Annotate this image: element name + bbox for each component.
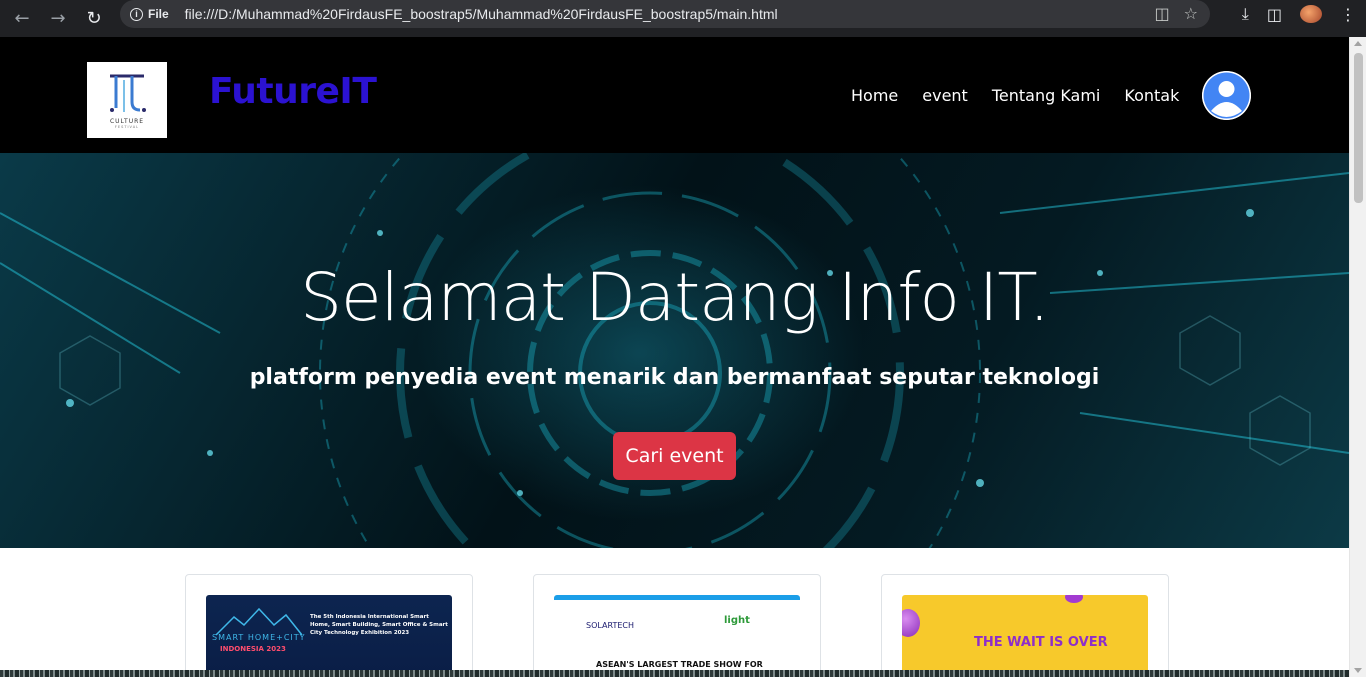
event-card[interactable]: SMART HOME+CITY INDONESIA 2023 The 5th I… bbox=[185, 574, 473, 677]
event-card-headline: THE WAIT IS OVER bbox=[974, 635, 1108, 650]
tech-background-image bbox=[0, 153, 1349, 548]
scroll-down-icon[interactable] bbox=[1354, 668, 1362, 673]
decorative-sphere bbox=[902, 609, 920, 637]
event-card-tagline: ASEAN'S LARGEST TRADE SHOW FOR bbox=[596, 660, 763, 669]
vertical-scrollbar[interactable] bbox=[1349, 37, 1366, 677]
menu-item-tentang-kami[interactable]: Tentang Kami bbox=[980, 86, 1113, 105]
search-event-button[interactable]: Cari event bbox=[613, 432, 736, 480]
url-text[interactable]: file:///D:/Muhammad%20FirdausFE_boostrap… bbox=[185, 6, 778, 22]
hero-title: Selamat Datang Info IT. bbox=[300, 259, 1050, 336]
bookmark-star-icon[interactable]: ☆ bbox=[1184, 4, 1198, 23]
side-panel-icon[interactable]: ◫ bbox=[1267, 5, 1282, 24]
hero-subtitle: platform penyedia event menarik dan berm… bbox=[249, 365, 1100, 390]
main-menu: Home event Tentang Kami Kontak bbox=[839, 86, 1191, 105]
download-icon[interactable]: ⤓ bbox=[1242, 4, 1249, 24]
info-icon: i bbox=[130, 7, 143, 21]
site-logo[interactable]: CULTURE FESTIVAL bbox=[87, 62, 167, 138]
user-icon bbox=[1202, 71, 1251, 120]
decorative-sphere bbox=[1065, 595, 1083, 603]
hero-banner: Selamat Datang Info IT. platform penyedi… bbox=[0, 153, 1349, 548]
event-card-edition: INDONESIA 2023 bbox=[220, 645, 286, 653]
image-top-band bbox=[554, 595, 800, 600]
event-card-image[interactable]: SOLARTECH light ASEAN'S LARGEST TRADE SH… bbox=[554, 595, 800, 677]
event-card-image[interactable]: SMART HOME+CITY INDONESIA 2023 The 5th I… bbox=[206, 595, 452, 677]
scroll-thumb[interactable] bbox=[1354, 53, 1363, 203]
it-logo-icon bbox=[110, 74, 146, 112]
file-label: File bbox=[148, 7, 169, 21]
logo-sub: FESTIVAL bbox=[114, 124, 140, 129]
translate-icon[interactable]: ◫ bbox=[1155, 4, 1170, 23]
event-card-city: SMART HOME+CITY bbox=[212, 633, 306, 642]
event-card-headline: The 5th Indonesia International Smart Ho… bbox=[310, 614, 448, 636]
event-card-brand-light: light bbox=[724, 615, 750, 626]
site-navbar: CULTURE FESTIVAL FutureIT Home event Ten… bbox=[0, 37, 1349, 153]
arrow-left-icon: ← bbox=[14, 7, 30, 29]
site-info-button[interactable]: i File bbox=[120, 3, 177, 25]
menu-item-kontak[interactable]: Kontak bbox=[1112, 86, 1191, 105]
forward-button[interactable]: → bbox=[40, 4, 76, 32]
brand-name[interactable]: FutureIT bbox=[209, 71, 377, 112]
arrow-right-icon: → bbox=[50, 7, 66, 29]
logo-word: CULTURE bbox=[109, 117, 145, 125]
menu-item-home[interactable]: Home bbox=[839, 86, 910, 105]
back-button[interactable]: ← bbox=[4, 4, 40, 32]
address-bar[interactable]: i File file:///D:/Muhammad%20FirdausFE_b… bbox=[120, 0, 1210, 28]
event-card[interactable]: THE WAIT IS OVER bbox=[881, 574, 1169, 677]
page-viewport: CULTURE FESTIVAL FutureIT Home event Ten… bbox=[0, 37, 1366, 677]
footer-background-strip bbox=[0, 670, 1349, 677]
event-card[interactable]: SOLARTECH light ASEAN'S LARGEST TRADE SH… bbox=[533, 574, 821, 677]
browser-toolbar: ← → ↻ i File file:///D:/Muhammad%20Firda… bbox=[0, 0, 1366, 37]
menu-kebab-icon[interactable]: ⋮ bbox=[1340, 5, 1356, 24]
event-card-image[interactable]: THE WAIT IS OVER bbox=[902, 595, 1148, 677]
scroll-up-icon[interactable] bbox=[1354, 41, 1362, 46]
reload-icon: ↻ bbox=[86, 7, 102, 29]
menu-item-event[interactable]: event bbox=[910, 86, 980, 105]
extension-icon[interactable] bbox=[1300, 5, 1322, 23]
user-avatar[interactable] bbox=[1202, 71, 1251, 120]
event-card-brand: SOLARTECH bbox=[586, 621, 635, 630]
reload-button[interactable]: ↻ bbox=[76, 4, 112, 32]
